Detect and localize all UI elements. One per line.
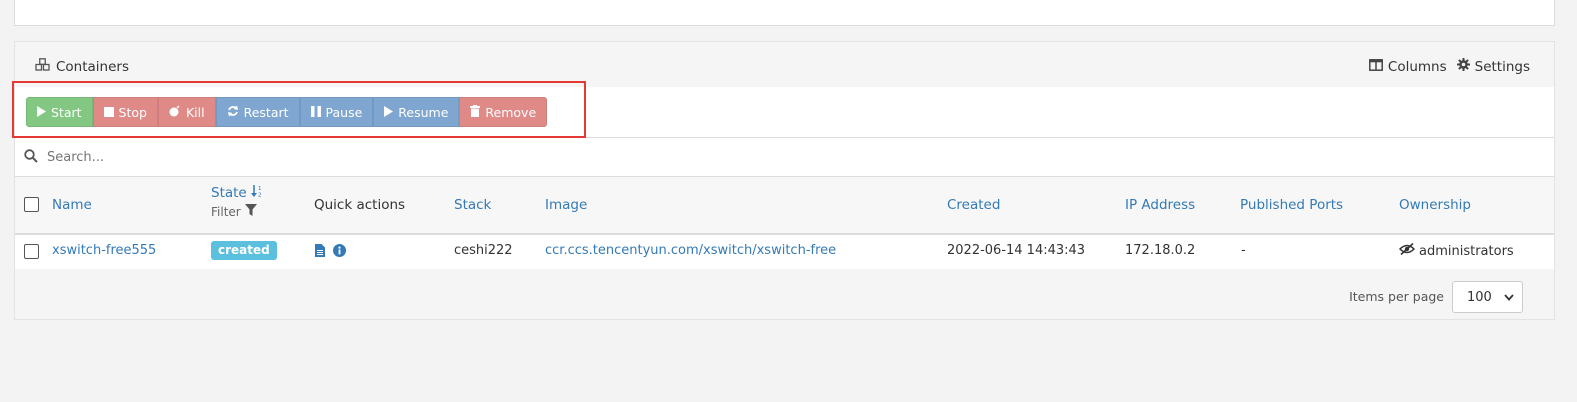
created-value: 2022-06-14 14:43:43 [947, 243, 1086, 258]
cubes-icon [35, 58, 50, 75]
select-all-checkbox[interactable] [24, 197, 39, 212]
search-icon [24, 149, 38, 167]
items-per-page-select[interactable]: 100 [1452, 281, 1523, 313]
settings-button[interactable]: Settings [1456, 58, 1530, 75]
row-checkbox[interactable] [24, 244, 39, 259]
widget-title: Containers [35, 58, 129, 75]
columns-label: Columns [1387, 58, 1447, 75]
table-row: xswitch-free555 created ceshi222 ccr.ccs… [15, 235, 1554, 269]
info-icon[interactable] [333, 244, 346, 261]
filter-icon [244, 204, 257, 219]
column-header-state: State 12 Filter [211, 185, 263, 219]
widget-title-text: Containers [56, 58, 130, 75]
chevron-down-icon [1504, 290, 1514, 305]
quick-actions [315, 244, 346, 261]
items-per-page-value: 100 [1467, 289, 1492, 305]
ownership-cell: administrators [1398, 242, 1514, 259]
columns-button[interactable]: Columns [1368, 58, 1447, 75]
image-link[interactable]: ccr.ccs.tencentyun.com/xswitch/xswitch-f… [545, 243, 836, 258]
settings-label: Settings [1474, 58, 1530, 75]
table-header: Name State 12 Filter Quick actions Stack… [15, 177, 1554, 235]
ownership-value: administrators [1419, 243, 1514, 259]
search-input[interactable] [47, 146, 547, 168]
columns-icon [1368, 58, 1383, 75]
filter-label: Filter [211, 204, 241, 219]
column-header-published-ports[interactable]: Published Ports [1240, 197, 1343, 213]
column-header-stack[interactable]: Stack [454, 197, 491, 213]
items-per-page-label: Items per page [1349, 289, 1444, 304]
eye-slash-icon [1398, 242, 1416, 259]
column-header-created[interactable]: Created [947, 197, 1000, 213]
column-header-quick-actions: Quick actions [314, 197, 406, 213]
state-filter[interactable]: Filter [211, 204, 263, 219]
gear-icon [1456, 58, 1470, 75]
table-footer: Items per page 100 [15, 269, 1554, 319]
state-header-label[interactable]: State [211, 185, 247, 201]
search-bar [15, 137, 1554, 177]
highlight-box [12, 81, 586, 138]
svg-text:1: 1 [258, 186, 262, 192]
column-header-name[interactable]: Name [52, 197, 92, 213]
published-ports-value: - [1241, 243, 1246, 258]
container-name-link[interactable]: xswitch-free555 [52, 243, 156, 258]
column-header-ownership[interactable]: Ownership [1399, 197, 1471, 213]
top-panel [14, 0, 1555, 26]
sort-numeric-icon[interactable]: 12 [250, 185, 263, 201]
logs-icon[interactable] [315, 244, 325, 261]
svg-text:2: 2 [258, 193, 262, 198]
column-header-ip-address[interactable]: IP Address [1125, 197, 1195, 213]
ip-address-value: 172.18.0.2 [1125, 243, 1196, 258]
stack-value: ceshi222 [454, 243, 513, 258]
status-badge: created [211, 241, 277, 260]
column-header-image[interactable]: Image [545, 197, 587, 213]
